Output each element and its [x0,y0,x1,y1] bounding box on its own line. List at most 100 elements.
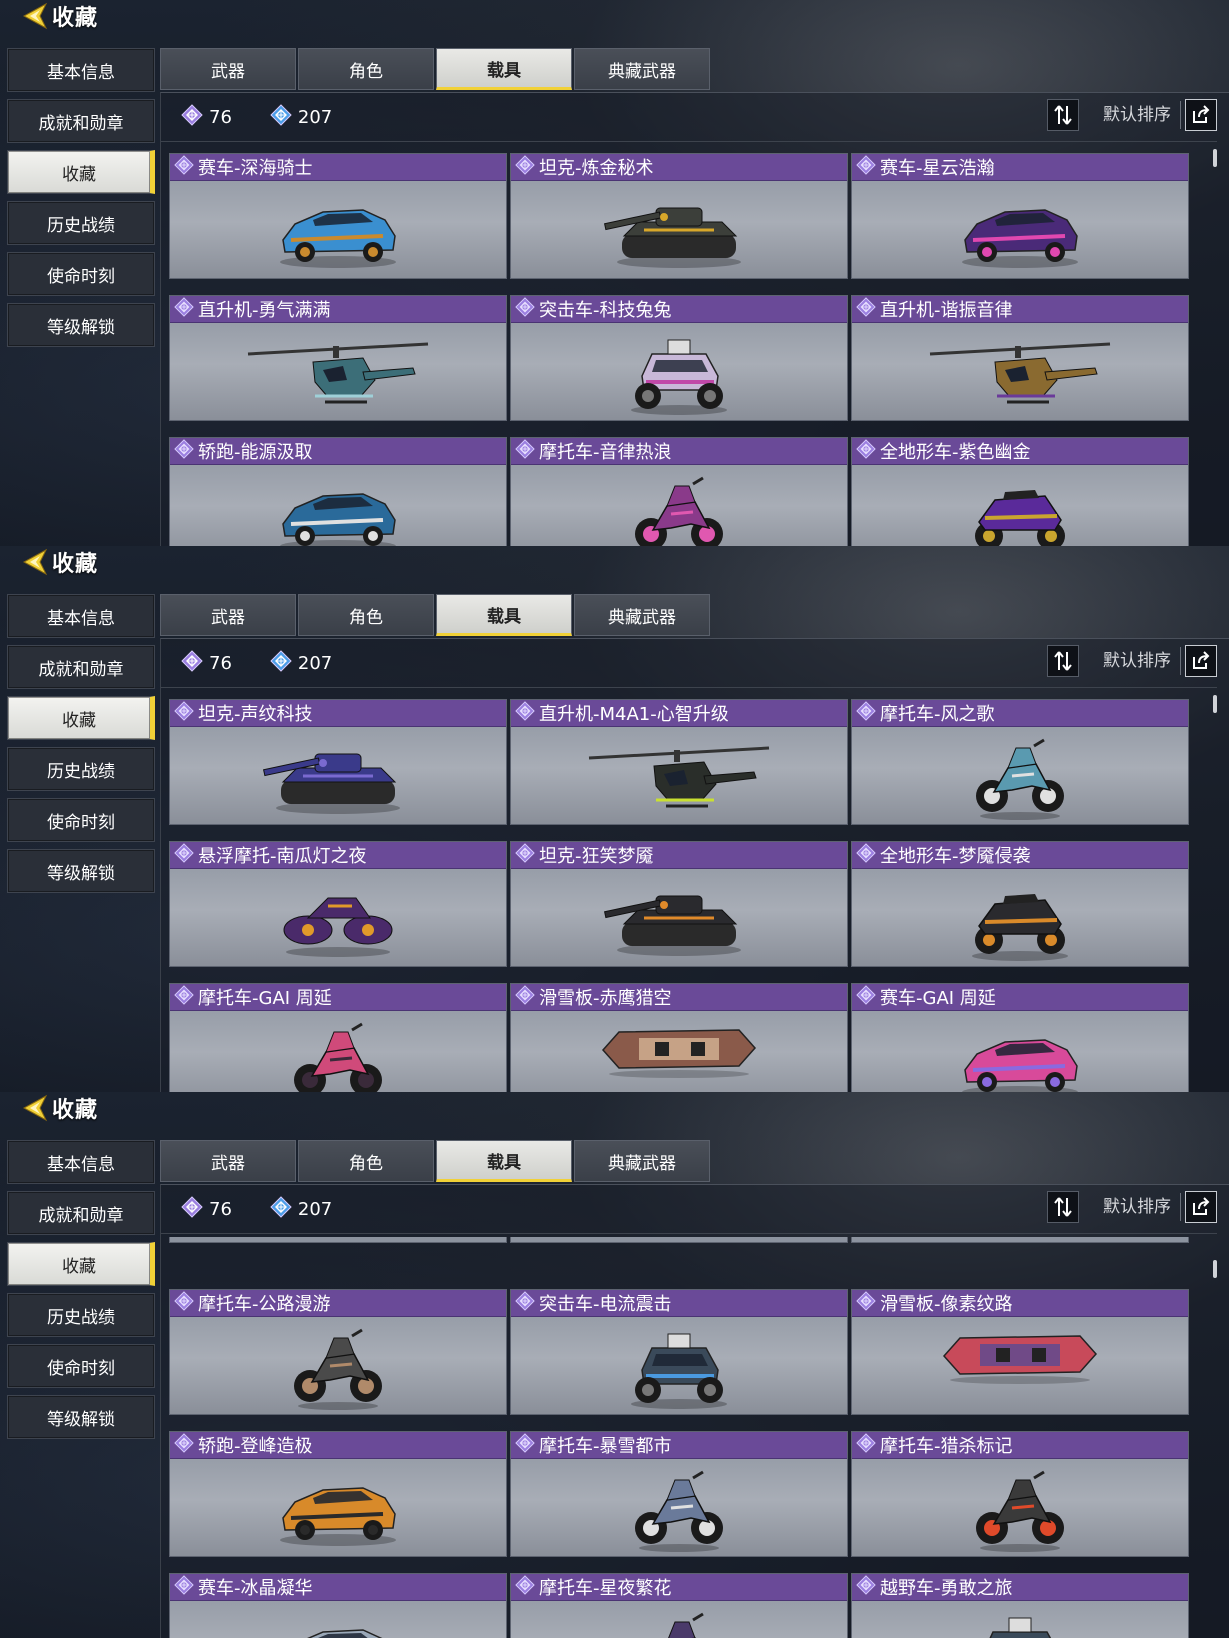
vehicle-card[interactable]: 赛车-星云浩瀚 [851,153,1189,279]
tab[interactable]: 典藏武器 [574,1140,710,1182]
vehicle-card[interactable]: 摩托车-暴雪都市 [510,1431,848,1557]
vehicle-name: 轿跑-登峰造极 [198,1436,313,1457]
sidebar-item[interactable]: 成就和勋章 [7,1191,155,1235]
sidebar-item[interactable]: 收藏 [7,696,155,740]
tab[interactable]: 典藏武器 [574,48,710,90]
back-arrow-icon[interactable] [20,547,50,577]
sidebar-item[interactable]: 历史战绩 [7,201,155,245]
vehicle-card[interactable]: 越野车-勇敢之旅 [851,1573,1189,1638]
tab[interactable]: 角色 [298,594,434,636]
scrollbar[interactable] [1213,149,1217,539]
sidebar-item[interactable]: 收藏 [7,150,155,194]
scrollbar-thumb[interactable] [1213,695,1217,713]
sidebar-item[interactable]: 使命时刻 [7,1344,155,1388]
vehicle-card[interactable]: 坦克-声纹科技 [169,699,507,825]
vehicle-card[interactable]: 全地形车-梦魇侵袭 [851,841,1189,967]
vehicle-tank-icon [604,878,754,958]
vehicle-card[interactable]: 摩托车-星夜繁花 [510,1573,848,1638]
scrollbar-thumb[interactable] [1213,149,1217,167]
card-header: 滑雪板-赤鹰猎空 [511,984,847,1011]
vehicle-card[interactable]: 全地形车-紫色幽金 [851,437,1189,546]
vehicle-card[interactable]: 滑雪板-赤鹰猎空 [510,983,848,1092]
share-button[interactable] [1185,99,1217,131]
tab[interactable]: 载具 [436,48,572,90]
vehicle-name: 滑雪板-赤鹰猎空 [539,988,672,1009]
tab[interactable]: 武器 [160,1140,296,1182]
scrollbar[interactable] [1213,695,1217,1085]
divider [1180,647,1181,675]
sidebar-item[interactable]: 历史战绩 [7,1293,155,1337]
purple-count: 76 [181,1195,232,1223]
vehicle-card[interactable]: 赛车-深海骑士 [169,153,507,279]
vehicle-card[interactable]: 坦克-狂笑梦魇 [510,841,848,967]
scrollbar[interactable] [1213,1241,1217,1631]
vehicle-card[interactable]: 突击车-科技兔兔 [510,295,848,421]
vehicle-card[interactable]: 突击车-电流震击 [510,1289,848,1415]
tab[interactable]: 载具 [436,594,572,636]
vehicle-card[interactable]: 滑雪板-像素纹路 [851,1289,1189,1415]
vehicle-card[interactable]: 轿跑-登峰造极 [169,1431,507,1557]
sidebar-item[interactable]: 成就和勋章 [7,99,155,143]
sort-toggle-button[interactable] [1047,1191,1079,1223]
sidebar-item[interactable]: 等级解锁 [7,849,155,893]
vehicle-card[interactable]: 摩托车-公路漫游 [169,1289,507,1415]
vehicle-card[interactable]: 摩托车-音律热浪 [510,437,848,546]
vehicle-card[interactable]: 赛车-GAI 周延 [851,983,1189,1092]
vehicle-card[interactable]: 摩托车-猎杀标记 [851,1431,1189,1557]
sidebar-item[interactable]: 基本信息 [7,594,155,638]
sidebar-item[interactable]: 历史战绩 [7,747,155,791]
sidebar-item[interactable]: 收藏 [7,1242,155,1286]
sidebar-item[interactable]: 等级解锁 [7,303,155,347]
vehicle-card[interactable]: 直升机-勇气满满 [169,295,507,421]
share-button[interactable] [1185,645,1217,677]
sort-label[interactable]: 默认排序 [1103,645,1171,677]
sidebar-item[interactable]: 使命时刻 [7,252,155,296]
vehicle-card[interactable]: 悬浮摩托-南瓜灯之夜 [169,841,507,967]
tab[interactable]: 武器 [160,48,296,90]
vehicle-card[interactable]: 坦克-炼金秘术 [510,153,848,279]
back-arrow-icon[interactable] [20,1,50,31]
tab[interactable]: 典藏武器 [574,594,710,636]
card-header: 摩托车-猎杀标记 [852,1432,1188,1459]
vehicle-buggy-icon [624,1326,734,1410]
vehicle-card[interactable]: 轿跑-能源汲取 [169,437,507,546]
vehicle-name: 悬浮摩托-南瓜灯之夜 [198,846,367,867]
sidebar-item[interactable]: 使命时刻 [7,798,155,842]
share-button[interactable] [1185,1191,1217,1223]
vehicle-card[interactable]: 直升机-M4A1-心智升级 [510,699,848,825]
vehicle-card[interactable]: 直升机-谐振音律 [851,295,1189,421]
blue-count-value: 207 [297,1198,333,1220]
vehicle-card[interactable]: 摩托车-GAI 周延 [169,983,507,1092]
sidebar-item[interactable]: 等级解锁 [7,1395,155,1439]
purple-gem-icon [515,155,539,179]
blue-gem-icon [270,649,298,677]
tab[interactable]: 角色 [298,48,434,90]
vehicle-moto-icon [631,474,727,546]
purple-gem-icon [856,1291,880,1315]
scrollbar-thumb[interactable] [1213,1260,1217,1278]
back-arrow-icon[interactable] [20,1093,50,1123]
sidebar-item[interactable]: 基本信息 [7,48,155,92]
tab[interactable]: 载具 [436,1140,572,1182]
sort-toggle-button[interactable] [1047,99,1079,131]
sort-toggle-button[interactable] [1047,645,1079,677]
vehicle-name: 赛车-GAI 周延 [880,988,996,1009]
purple-gem-icon [181,649,209,677]
tab[interactable]: 角色 [298,1140,434,1182]
sidebar-item[interactable]: 成就和勋章 [7,645,155,689]
vehicle-name: 赛车-深海骑士 [198,158,313,179]
card-header: 滑雪板-像素纹路 [852,1290,1188,1317]
purple-gem-icon [174,985,198,1009]
vehicle-card[interactable]: 赛车-冰晶凝华 [169,1573,507,1638]
sort-label[interactable]: 默认排序 [1103,99,1171,131]
divider [161,1233,1217,1234]
vehicle-card[interactable]: 摩托车-风之歌 [851,699,1189,825]
sidebar: 基本信息成就和勋章收藏历史战绩使命时刻等级解锁 [7,594,155,900]
purple-count-value: 76 [209,652,232,674]
card-stub [851,1237,1189,1243]
sort-label[interactable]: 默认排序 [1103,1191,1171,1223]
vehicle-name: 坦克-声纹科技 [198,704,313,725]
sort-arrows-icon [1054,1197,1072,1217]
tab[interactable]: 武器 [160,594,296,636]
sidebar-item[interactable]: 基本信息 [7,1140,155,1184]
